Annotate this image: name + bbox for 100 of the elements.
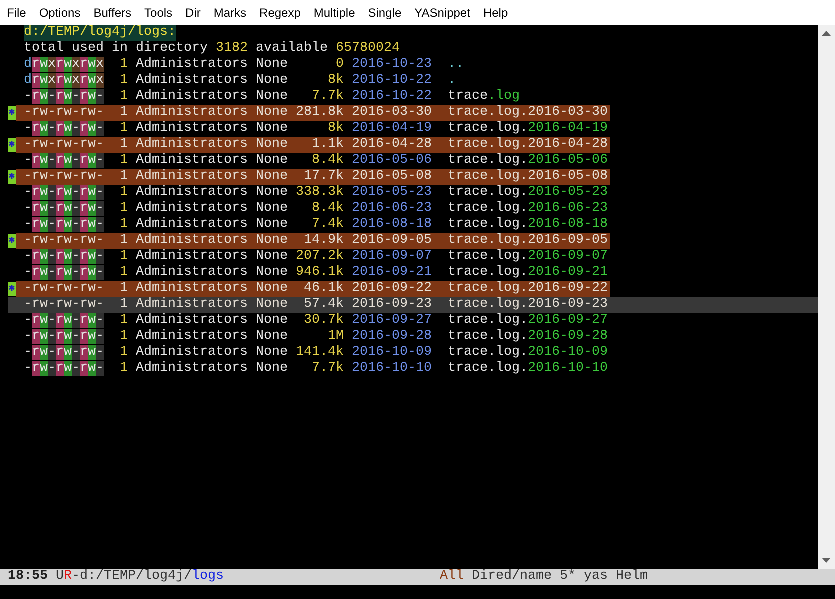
permissions: -rw-rw-rw- [24, 297, 104, 313]
file-name[interactable]: trace.log.2016-09-21 [448, 265, 608, 281]
file-date: 2016-09-27 [352, 313, 432, 329]
file-size: 281.8k [296, 105, 344, 121]
file-line[interactable]: -rw-rw-rw- 1 Administrators None 7.7k 2016-10-22 trace.log [8, 89, 818, 105]
link-count: 1 [120, 105, 128, 121]
file-name[interactable]: trace.log.2016-10-09 [448, 345, 608, 361]
file-name[interactable]: trace.log.2016-10-10 [448, 361, 608, 377]
permissions: -rw-rw-rw- [24, 153, 104, 169]
menu-item[interactable]: Regexp [252, 6, 307, 20]
summary-label: total used in directory [24, 41, 208, 57]
file-line[interactable]: -rw-rw-rw- 1 Administrators None 1M 2016-09-28 trace.log.2016-09-28 [8, 329, 818, 345]
file-name[interactable]: trace.log.2016-09-23 [448, 297, 608, 313]
file-line[interactable]: -rw-rw-rw- 1 Administrators None 281.8k 2016-03-30 trace.log.2016-03-30 [8, 105, 818, 121]
file-date: 2016-03-30 [352, 105, 432, 121]
scroll-position: All [440, 569, 464, 585]
file-line[interactable]: -rw-rw-rw- 1 Administrators None 8.4k 2016-05-06 trace.log.2016-05-06 [8, 153, 818, 169]
file-size: 1M [327, 329, 344, 345]
file-line[interactable]: -rw-rw-rw- 1 Administrators None 207.2k 2016-09-07 trace.log.2016-09-07 [8, 249, 818, 265]
group: None [256, 265, 288, 281]
file-line[interactable]: -rw-rw-rw- 1 Administrators None 7.4k 2016-08-18 trace.log.2016-08-18 [8, 217, 818, 233]
file-line[interactable]: -rw-rw-rw- 1 Administrators None 46.1k 2016-09-22 trace.log.2016-09-22 [8, 281, 818, 297]
file-size: 8k [327, 73, 344, 89]
file-line[interactable]: -rw-rw-rw- 1 Administrators None 14.9k 2016-09-05 trace.log.2016-09-05 [8, 233, 818, 249]
scrollbar[interactable] [818, 25, 835, 569]
file-line[interactable]: -rw-rw-rw- 1 Administrators None 8k 2016-04-19 trace.log.2016-04-19 [8, 121, 818, 137]
file-date: 2016-09-23 [352, 297, 432, 313]
file-line[interactable]: -rw-rw-rw- 1 Administrators None 30.7k 2016-09-27 trace.log.2016-09-27 [8, 313, 818, 329]
owner: Administrators [136, 137, 248, 153]
owner: Administrators [136, 73, 248, 89]
file-date: 2016-05-08 [352, 169, 432, 185]
file-name[interactable]: trace.log.2016-05-06 [448, 153, 608, 169]
scroll-up-icon[interactable] [822, 31, 831, 36]
link-count: 1 [120, 89, 128, 105]
owner: Administrators [136, 345, 248, 361]
permissions: -rw-rw-rw- [24, 217, 104, 233]
group: None [256, 89, 288, 105]
menu-item[interactable]: File [0, 6, 32, 20]
file-name[interactable]: trace.log.2016-04-28 [448, 137, 608, 153]
permissions: -rw-rw-rw- [24, 265, 104, 281]
file-name[interactable]: trace.log.2016-09-07 [448, 249, 608, 265]
file-name[interactable]: .. [448, 57, 464, 73]
file-name[interactable]: trace.log.2016-09-27 [448, 313, 608, 329]
menu-item[interactable]: Single [361, 6, 408, 20]
link-count: 1 [120, 73, 128, 89]
file-name[interactable]: trace.log.2016-05-23 [448, 185, 608, 201]
permissions: -rw-rw-rw- [24, 329, 104, 345]
permissions: -rw-rw-rw- [24, 89, 104, 105]
file-name[interactable]: trace.log.2016-08-18 [448, 217, 608, 233]
file-date: 2016-09-21 [352, 265, 432, 281]
file-line[interactable]: drwxrwxrwx 1 Administrators None 8k 2016-10-22 . [8, 73, 818, 89]
file-size: 0 [335, 57, 344, 73]
menu-item[interactable]: Multiple [306, 6, 362, 20]
file-name[interactable]: . [448, 73, 456, 89]
group: None [256, 217, 288, 233]
file-name[interactable]: trace.log.2016-05-08 [448, 169, 608, 185]
file-line[interactable]: -rw-rw-rw- 1 Administrators None 17.7k 2016-05-08 trace.log.2016-05-08 [8, 169, 818, 185]
file-name[interactable]: trace.log.2016-03-30 [448, 105, 608, 121]
menu-item[interactable]: Dir [178, 6, 207, 20]
file-line[interactable]: -rw-rw-rw- 1 Administrators None 141.4k 2016-10-09 trace.log.2016-10-09 [8, 345, 818, 361]
permissions: -rw-rw-rw- [24, 233, 104, 249]
available-value: 65780024 [336, 41, 400, 57]
group: None [256, 137, 288, 153]
file-name[interactable]: trace.log.2016-04-19 [448, 121, 608, 137]
permissions: -rw-rw-rw- [24, 105, 104, 121]
file-date: 2016-10-22 [352, 73, 432, 89]
file-name[interactable]: trace.log.2016-09-22 [448, 281, 608, 297]
file-line[interactable]: -rw-rw-rw- 1 Administrators None 7.7k 2016-10-10 trace.log.2016-10-10 [8, 361, 818, 377]
permissions: drwxrwxrwx [24, 57, 104, 73]
file-date: 2016-05-23 [352, 185, 432, 201]
file-line[interactable]: -rw-rw-rw- 1 Administrators None 338.3k 2016-05-23 trace.log.2016-05-23 [8, 185, 818, 201]
group: None [256, 57, 288, 73]
file-size: 17.7k [303, 169, 344, 185]
menu-item[interactable]: Buffers [86, 6, 138, 20]
link-count: 1 [120, 249, 128, 265]
file-line[interactable]: -rw-rw-rw- 1 Administrators None 946.1k 2016-09-21 trace.log.2016-09-21 [8, 265, 818, 281]
file-line[interactable]: -rw-rw-rw- 1 Administrators None 8.4k 2016-06-23 trace.log.2016-06-23 [8, 201, 818, 217]
file-size: 7.7k [311, 89, 344, 105]
file-size: 8.4k [311, 153, 344, 169]
file-name[interactable]: trace.log.2016-06-23 [448, 201, 608, 217]
menu-item[interactable]: Tools [138, 6, 179, 20]
menu-item[interactable]: Help [476, 6, 514, 20]
group: None [256, 329, 288, 345]
permissions: drwxrwxrwx [24, 73, 104, 89]
scroll-down-icon[interactable] [822, 558, 831, 563]
file-line[interactable]: drwxrwxrwx 1 Administrators None 0 2016-10-23 .. [8, 57, 818, 73]
menu-item[interactable]: YASnippet [408, 6, 476, 20]
menu-item[interactable]: Options [32, 6, 87, 20]
file-name[interactable]: trace.log.2016-09-28 [448, 329, 608, 345]
file-name[interactable]: trace.log.2016-09-05 [448, 233, 608, 249]
permissions: -rw-rw-rw- [24, 185, 104, 201]
file-name[interactable]: trace.log [448, 89, 520, 105]
file-line[interactable]: -rw-rw-rw- 1 Administrators None 1.1k 2016-04-28 trace.log.2016-04-28 [8, 137, 818, 153]
group: None [256, 201, 288, 217]
owner: Administrators [136, 313, 248, 329]
file-date: 2016-10-22 [352, 89, 432, 105]
menu-item[interactable]: Marks [206, 6, 253, 20]
buffer-state: UR-d:/TEMP/log4j/ [56, 569, 192, 585]
link-count: 1 [120, 345, 128, 361]
permissions: -rw-rw-rw- [24, 169, 104, 185]
